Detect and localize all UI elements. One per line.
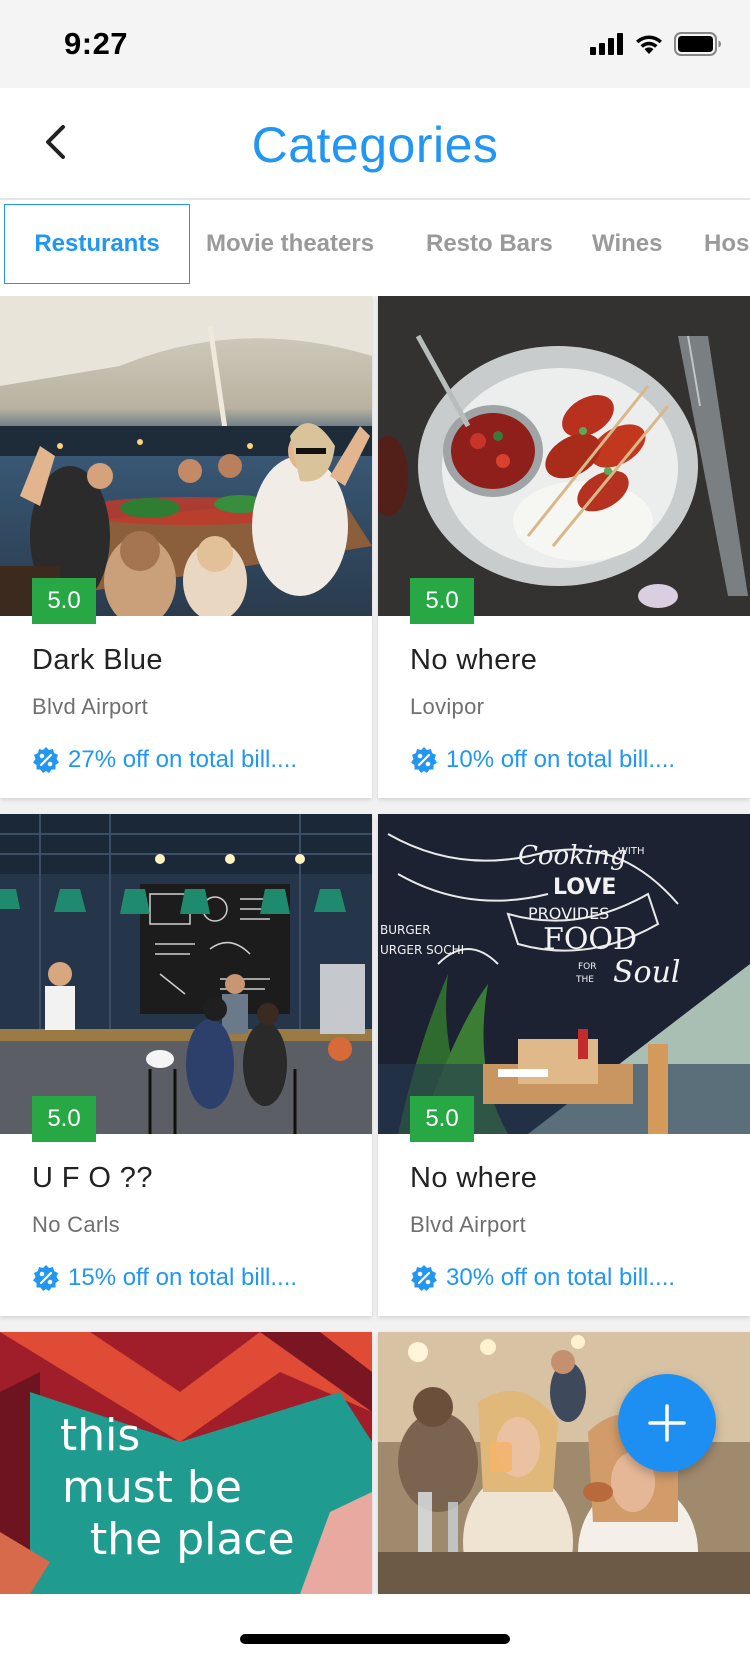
discount-badge-icon <box>411 747 437 773</box>
rating-badge: 5.0 <box>32 1096 96 1142</box>
home-indicator[interactable] <box>240 1634 510 1644</box>
wall-art-text-for: FOR <box>578 962 597 972</box>
wall-art-text-love: LOVE <box>553 875 616 900</box>
tab-resto-bars[interactable]: Resto Bars <box>426 204 553 284</box>
offer-text: 15% off on total bill.... <box>68 1264 298 1291</box>
category-tabs: Resturants Movie theaters Resto Bars Win… <box>0 202 750 288</box>
venue-location: Blvd Airport <box>410 1212 527 1237</box>
offer-line: 27% off on total bill.... <box>32 746 297 774</box>
wall-art-text-burger-sochi: URGER SOCHI <box>380 943 464 957</box>
venue-card[interactable]: this must be the place <box>0 1332 372 1594</box>
offer-line: 15% off on total bill.... <box>32 1264 297 1292</box>
offer-text: 10% off on total bill.... <box>446 746 676 773</box>
wall-art-text-soul: Soul <box>613 955 681 990</box>
wall-art-text-provides: PROVIDES <box>528 904 609 923</box>
venue-card[interactable]: 5.0 U F O ?? No Carls 15% off on total b… <box>0 814 372 1316</box>
venue-photo: Cooking WITH LOVE PROVIDES FOOD FOR THE … <box>378 814 750 1134</box>
wall-art-text-cooking: Cooking <box>518 841 627 871</box>
discount-badge-icon <box>33 747 59 773</box>
offer-text: 30% off on total bill.... <box>446 1264 676 1291</box>
battery-icon <box>674 32 721 56</box>
neon-text-line3: the place <box>90 1514 295 1565</box>
page-title: Categories <box>251 117 499 173</box>
wall-art-text-the: THE <box>575 975 594 985</box>
app-header: Categories <box>0 88 750 200</box>
neon-text-line1: this <box>60 1410 140 1461</box>
offer-text: 27% off on total bill.... <box>68 746 298 773</box>
add-button[interactable] <box>618 1374 716 1472</box>
home-indicator-area <box>0 1594 750 1660</box>
venue-name: U F O ?? <box>32 1162 153 1194</box>
venue-name: No where <box>410 1162 538 1194</box>
venue-photo <box>0 814 372 1134</box>
venue-card[interactable]: Cooking WITH LOVE PROVIDES FOOD FOR THE … <box>378 814 750 1316</box>
rating-badge: 5.0 <box>410 1096 474 1142</box>
tab-hos[interactable]: Hos <box>704 204 749 284</box>
wifi-icon <box>636 35 662 54</box>
plus-icon <box>648 1404 686 1442</box>
venue-name: No where <box>410 644 538 676</box>
venue-photo <box>0 296 372 616</box>
venue-photo: this must be the place <box>0 1332 372 1594</box>
status-bar: 9:27 <box>0 0 750 88</box>
venue-location: No Carls <box>32 1212 120 1237</box>
neon-text-line2: must be <box>62 1462 242 1513</box>
tab-movie-theaters[interactable]: Movie theaters <box>206 204 374 284</box>
tab-wines[interactable]: Wines <box>592 204 662 284</box>
wall-art-text-burger: BURGER <box>380 923 431 937</box>
wall-art-text-food: FOOD <box>543 922 637 957</box>
venue-card[interactable]: 5.0 Dark Blue Blvd Airport 27% off on to… <box>0 296 372 798</box>
discount-badge-icon <box>33 1265 59 1291</box>
venue-photo <box>378 296 750 616</box>
offer-line: 30% off on total bill.... <box>410 1264 675 1292</box>
discount-badge-icon <box>411 1265 437 1291</box>
cellular-signal-icon <box>590 33 623 55</box>
wall-art-text-with: WITH <box>618 846 644 857</box>
venue-location: Blvd Airport <box>32 694 149 719</box>
rating-badge: 5.0 <box>32 578 96 624</box>
tab-resturants[interactable]: Resturants <box>4 204 190 284</box>
venue-name: Dark Blue <box>32 644 163 676</box>
venue-location: Lovipor <box>410 694 485 719</box>
rating-badge: 5.0 <box>410 578 474 624</box>
status-icons <box>590 32 722 56</box>
venue-card[interactable]: 5.0 No where Lovipor 10% off on total bi… <box>378 296 750 798</box>
status-time: 9:27 <box>64 26 129 61</box>
offer-line: 10% off on total bill.... <box>410 746 675 774</box>
